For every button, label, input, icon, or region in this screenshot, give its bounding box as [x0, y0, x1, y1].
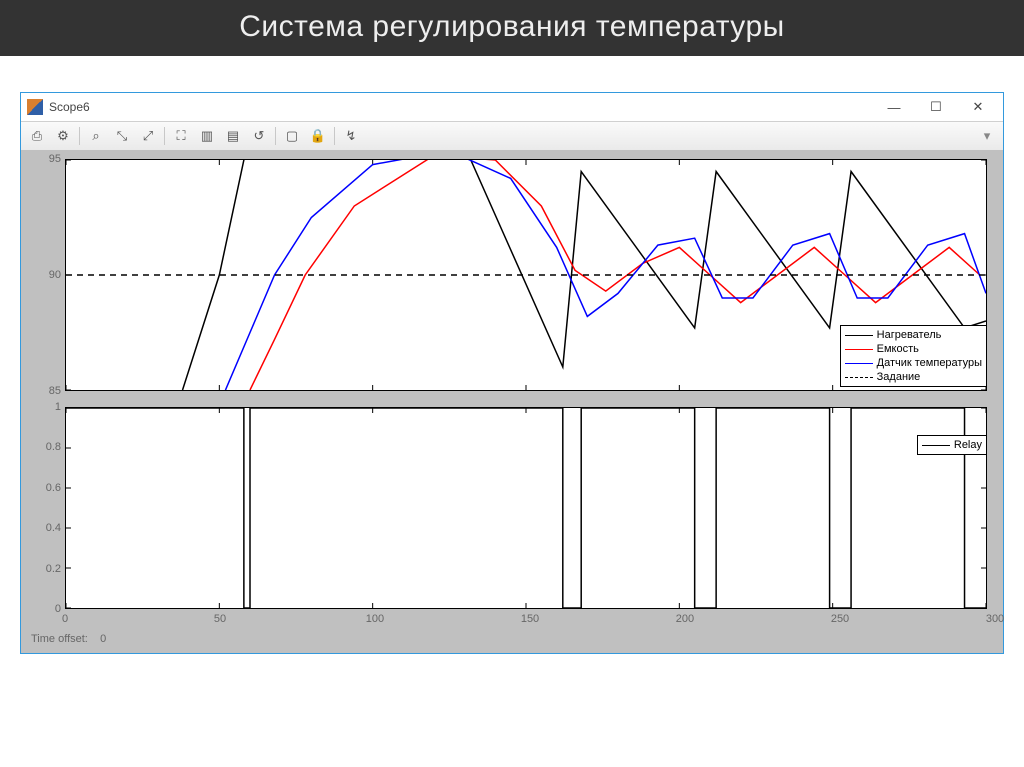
plot-1-container: НагревательЕмкостьДатчик температурыЗада…	[65, 159, 995, 391]
xtick: 250	[831, 613, 849, 625]
toolbar-menu-icon[interactable]: ▾	[975, 124, 999, 148]
plot-2-yaxis: 00.20.40.60.81	[29, 407, 65, 609]
minimize-button[interactable]: —	[873, 95, 915, 119]
plot-2-wrap: 00.20.40.60.81 Relay	[29, 407, 995, 609]
xtick: 300	[986, 613, 1004, 625]
zoom-in-icon[interactable]: ⌕	[84, 124, 108, 148]
maximize-button[interactable]: ☐	[915, 95, 957, 119]
plot-2-container: Relay	[65, 407, 995, 609]
xaxis: 050100150200250300	[65, 613, 995, 629]
plot-1-yaxis: 859095	[29, 159, 65, 391]
plot-area: 859095 НагревательЕмкостьДатчик температ…	[21, 151, 1003, 653]
plot-1-wrap: 859095 НагревательЕмкостьДатчик температ…	[29, 159, 995, 391]
legend-item: Нагреватель	[845, 328, 982, 342]
legend-item: Задание	[845, 370, 982, 384]
ytick: 95	[49, 153, 61, 165]
xtick: 200	[676, 613, 694, 625]
xtick: 100	[366, 613, 384, 625]
ytick: 0	[55, 603, 61, 615]
ytick: 0.8	[46, 441, 61, 453]
separator	[164, 127, 165, 145]
ytick: 0.6	[46, 482, 61, 494]
slide-title: Система регулирования температуры	[0, 0, 1024, 56]
settings-icon[interactable]: ⚙	[51, 124, 75, 148]
xtick: 0	[62, 613, 68, 625]
print-icon[interactable]: ⎙	[25, 124, 49, 148]
legend-item: Relay	[922, 438, 982, 452]
plot-2-legend[interactable]: Relay	[917, 435, 987, 455]
scale-x-axis-icon[interactable]: ▥	[195, 124, 219, 148]
time-offset-value: 0	[100, 633, 106, 645]
zoom-y-icon[interactable]: ⤢	[136, 124, 160, 148]
ytick: 85	[49, 385, 61, 397]
ytick: 0.4	[46, 522, 61, 534]
legend-item: Датчик температуры	[845, 356, 982, 370]
time-offset-label: Time offset:	[31, 633, 88, 645]
signal-selector-icon[interactable]: ↯	[339, 124, 363, 148]
separator	[275, 127, 276, 145]
zoom-x-icon[interactable]: ⤡	[110, 124, 134, 148]
ytick: 0.2	[46, 563, 61, 575]
plot-2[interactable]	[65, 407, 987, 609]
xaxis-row: 050100150200250300	[29, 613, 995, 629]
scope-window: Scope6 — ☐ ✕ ⎙ ⚙ ⌕ ⤡ ⤢ ⛶ ▥ ▤ ↺ ▢ 🔒 ↯ ▾ 8…	[20, 92, 1004, 654]
floating-scope-icon[interactable]: ▢	[280, 124, 304, 148]
window-title: Scope6	[49, 100, 873, 114]
close-button[interactable]: ✕	[957, 95, 999, 119]
matlab-icon	[27, 99, 43, 115]
ytick: 90	[49, 269, 61, 281]
separator	[334, 127, 335, 145]
xtick: 150	[521, 613, 539, 625]
autoscale-icon[interactable]: ⛶	[169, 124, 193, 148]
plot-1-legend[interactable]: НагревательЕмкостьДатчик температурыЗада…	[840, 325, 987, 387]
status-bar: Time offset: 0	[29, 629, 995, 649]
title-bar[interactable]: Scope6 — ☐ ✕	[21, 93, 1003, 121]
restore-axes-icon[interactable]: ↺	[247, 124, 271, 148]
ytick: 1	[55, 401, 61, 413]
xtick: 50	[214, 613, 226, 625]
toolbar: ⎙ ⚙ ⌕ ⤡ ⤢ ⛶ ▥ ▤ ↺ ▢ 🔒 ↯ ▾	[21, 121, 1003, 151]
scale-y-axis-icon[interactable]: ▤	[221, 124, 245, 148]
separator	[79, 127, 80, 145]
lock-icon[interactable]: 🔒	[306, 124, 330, 148]
legend-item: Емкость	[845, 342, 982, 356]
